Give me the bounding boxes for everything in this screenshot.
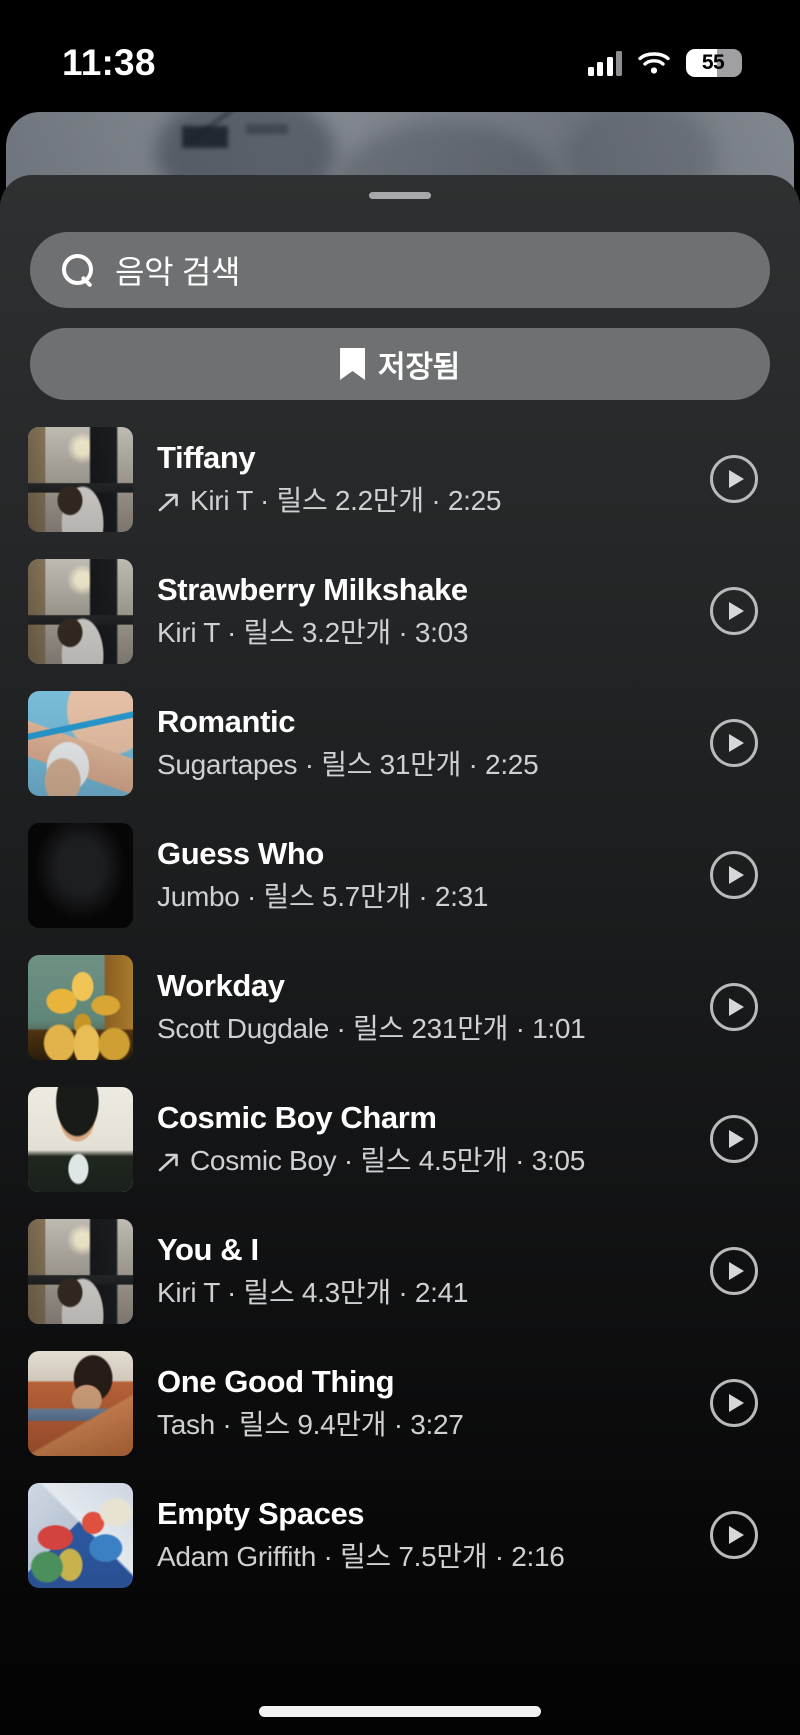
saved-filter-label: 저장됨 <box>378 351 460 384</box>
track-title: Empty Spaces <box>157 1496 365 1532</box>
cellular-signal-icon <box>587 50 622 76</box>
search-icon <box>62 253 95 287</box>
track-subtitle-text: Tash · 릴스 9.4만개 · 3:27 <box>157 1409 464 1441</box>
track-row[interactable]: Empty Spaces Adam Griffith · 릴스 7.5만개 · 2… <box>0 1469 800 1601</box>
wifi-icon <box>638 51 670 75</box>
track-meta: Romantic Sugartapes · 릴스 31만개 · 2:25 <box>133 704 710 781</box>
track-thumbnail[interactable] <box>28 426 133 532</box>
track-subtitle-text: Cosmic Boy · 릴스 4.5만개 · 3:05 <box>190 1145 585 1177</box>
play-circle-icon[interactable] <box>710 1247 758 1295</box>
track-title: You & I <box>157 1232 259 1268</box>
track-title: Workday <box>157 968 285 1004</box>
music-picker-sheet: 음악 검색 저장됨 Tiffany Kiri T · 릴스 2.2만개 · 2:… <box>0 175 800 1735</box>
play-circle-icon[interactable] <box>710 455 758 503</box>
track-meta: Guess Who Jumbo · 릴스 5.7만개 · 2:31 <box>133 836 710 913</box>
trending-arrow-icon <box>157 489 180 512</box>
track-thumbnail[interactable] <box>28 1350 133 1456</box>
track-row[interactable]: Cosmic Boy Charm Cosmic Boy · 릴스 4.5만개 ·… <box>0 1073 800 1205</box>
track-meta: Cosmic Boy Charm Cosmic Boy · 릴스 4.5만개 ·… <box>133 1100 710 1177</box>
track-title: Romantic <box>157 704 296 740</box>
track-row[interactable]: Strawberry Milkshake Kiri T · 릴스 3.2만개 · … <box>0 545 800 677</box>
play-circle-icon[interactable] <box>710 719 758 767</box>
trending-arrow-icon <box>157 1149 180 1172</box>
track-thumbnail[interactable] <box>28 1086 133 1192</box>
track-thumbnail[interactable] <box>28 1482 133 1588</box>
track-row[interactable]: One Good Thing Tash · 릴스 9.4만개 · 3:27 <box>0 1337 800 1469</box>
track-row[interactable]: Tiffany Kiri T · 릴스 2.2만개 · 2:25 <box>0 413 800 545</box>
track-row[interactable]: Guess Who Jumbo · 릴스 5.7만개 · 2:31 <box>0 809 800 941</box>
track-meta: You & I Kiri T · 릴스 4.3만개 · 2:41 <box>133 1232 710 1309</box>
play-circle-icon[interactable] <box>710 983 758 1031</box>
track-meta: Tiffany Kiri T · 릴스 2.2만개 · 2:25 <box>133 440 710 517</box>
track-subtitle-text: Kiri T · 릴스 4.3만개 · 2:41 <box>157 1277 469 1309</box>
track-thumbnail[interactable] <box>28 690 133 796</box>
track-thumbnail[interactable] <box>28 1218 133 1324</box>
track-title: Guess Who <box>157 836 324 872</box>
track-row[interactable]: Workday Scott Dugdale · 릴스 231만개 · 1:01 <box>0 941 800 1073</box>
status-indicators: 55 <box>587 49 742 77</box>
home-indicator <box>259 1706 541 1717</box>
saved-filter-button[interactable]: 저장됨 <box>30 328 770 400</box>
play-circle-icon[interactable] <box>710 587 758 635</box>
track-subtitle: Kiri T · 릴스 4.3만개 · 2:41 <box>157 1277 696 1309</box>
track-row[interactable]: Romantic Sugartapes · 릴스 31만개 · 2:25 <box>0 677 800 809</box>
bookmark-icon <box>340 348 366 380</box>
track-thumbnail[interactable] <box>28 822 133 928</box>
track-subtitle: Cosmic Boy · 릴스 4.5만개 · 3:05 <box>157 1145 696 1177</box>
track-subtitle: Scott Dugdale · 릴스 231만개 · 1:01 <box>157 1013 696 1045</box>
track-subtitle: Sugartapes · 릴스 31만개 · 2:25 <box>157 749 696 781</box>
track-thumbnail[interactable] <box>28 558 133 664</box>
track-subtitle-text: Jumbo · 릴스 5.7만개 · 2:31 <box>157 881 489 913</box>
track-list: Tiffany Kiri T · 릴스 2.2만개 · 2:25 Strawbe… <box>0 413 800 1601</box>
track-thumbnail[interactable] <box>28 954 133 1060</box>
track-subtitle-text: Kiri T · 릴스 3.2만개 · 3:03 <box>157 617 469 649</box>
track-title: Tiffany <box>157 440 256 476</box>
track-subtitle: Adam Griffith · 릴스 7.5만개 · 2:16 <box>157 1541 696 1573</box>
track-row[interactable]: You & I Kiri T · 릴스 4.3만개 · 2:41 <box>0 1205 800 1337</box>
track-subtitle-text: Sugartapes · 릴스 31만개 · 2:25 <box>157 749 539 781</box>
status-time: 11:38 <box>62 42 156 83</box>
track-title: Cosmic Boy Charm <box>157 1100 437 1136</box>
track-subtitle: Tash · 릴스 9.4만개 · 3:27 <box>157 1409 696 1441</box>
sheet-drag-handle[interactable] <box>369 192 431 199</box>
phone-screen: 11:38 55 음악 검색 저장됨 Tiffany Kiri T · 릴스 2… <box>0 0 800 1735</box>
track-meta: One Good Thing Tash · 릴스 9.4만개 · 3:27 <box>133 1364 710 1441</box>
play-circle-icon[interactable] <box>710 851 758 899</box>
track-subtitle: Kiri T · 릴스 2.2만개 · 2:25 <box>157 485 696 517</box>
battery-icon: 55 <box>686 49 742 77</box>
battery-level-label: 55 <box>701 51 725 74</box>
play-circle-icon[interactable] <box>710 1379 758 1427</box>
track-meta: Strawberry Milkshake Kiri T · 릴스 3.2만개 · … <box>133 572 710 649</box>
track-subtitle-text: Scott Dugdale · 릴스 231만개 · 1:01 <box>157 1013 586 1045</box>
search-placeholder: 음악 검색 <box>115 254 241 290</box>
status-bar: 11:38 55 <box>0 0 800 112</box>
play-circle-icon[interactable] <box>710 1511 758 1559</box>
track-meta: Workday Scott Dugdale · 릴스 231만개 · 1:01 <box>133 968 710 1045</box>
play-circle-icon[interactable] <box>710 1115 758 1163</box>
track-title: Strawberry Milkshake <box>157 572 468 608</box>
search-input[interactable]: 음악 검색 <box>30 232 770 308</box>
track-subtitle-text: Kiri T · 릴스 2.2만개 · 2:25 <box>190 485 502 517</box>
track-title: One Good Thing <box>157 1364 395 1400</box>
track-subtitle-text: Adam Griffith · 릴스 7.5만개 · 2:16 <box>157 1541 565 1573</box>
track-subtitle: Kiri T · 릴스 3.2만개 · 3:03 <box>157 617 696 649</box>
track-subtitle: Jumbo · 릴스 5.7만개 · 2:31 <box>157 881 696 913</box>
track-meta: Empty Spaces Adam Griffith · 릴스 7.5만개 · 2… <box>133 1496 710 1573</box>
